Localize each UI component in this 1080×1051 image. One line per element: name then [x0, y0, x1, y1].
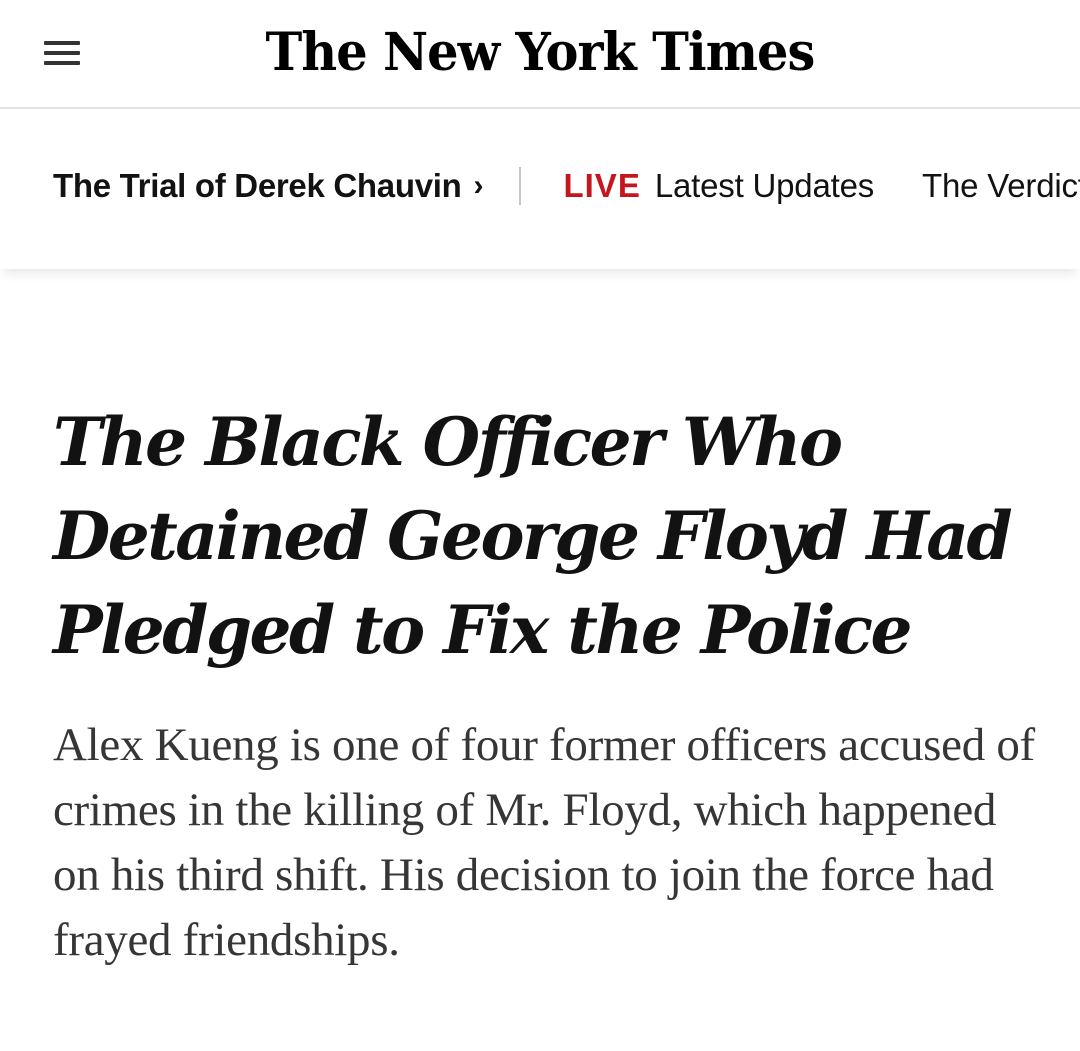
nyt-logo[interactable]: The New York Times	[0, 18, 1080, 88]
masthead: The New York Times	[0, 0, 1080, 109]
section-subnav: The Trial of Derek Chauvin › LIVE Latest…	[0, 111, 1080, 269]
subnav-row: The Trial of Derek Chauvin › LIVE Latest…	[53, 163, 1080, 209]
nav-item-the-verdict[interactable]: The Verdict	[922, 163, 1080, 209]
live-badge: LIVE	[563, 167, 641, 204]
nav-divider	[519, 167, 522, 205]
article-headline: The Black Officer Who Detained George Fl…	[53, 403, 1013, 669]
chevron-right-icon[interactable]: ›	[473, 163, 483, 209]
nav-item-latest-updates[interactable]: Latest Updates	[655, 163, 874, 209]
article-summary: Alex Kueng is one of four former officer…	[53, 719, 1035, 966]
section-link-chauvin-trial[interactable]: The Trial of Derek Chauvin	[53, 163, 462, 209]
logo-text: The New York Times	[265, 22, 816, 83]
